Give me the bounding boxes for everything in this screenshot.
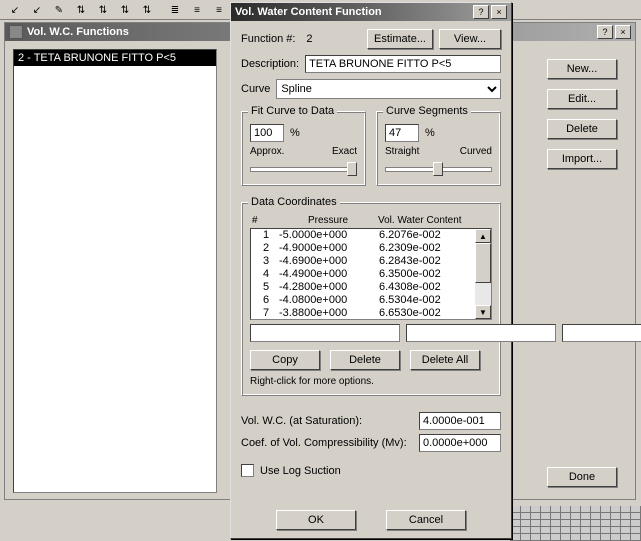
close-button[interactable]: × — [615, 25, 631, 39]
curve-select[interactable]: Spline — [276, 79, 501, 99]
fit-slider[interactable] — [250, 159, 357, 177]
hdr-pressure: Pressure — [278, 215, 378, 226]
list-item[interactable]: 2 - TETA BRUNONE FITTO P<5 — [14, 50, 216, 66]
scrollbar-thumb[interactable] — [475, 243, 491, 283]
ok-button[interactable]: OK — [276, 510, 356, 530]
description-label: Description: — [241, 58, 299, 70]
tool-icon[interactable]: ✎ — [48, 2, 70, 18]
wc-function-dialog: Vol. Water Content Function ? × Function… — [230, 2, 512, 539]
hdr-vwc: Vol. Water Content — [378, 215, 488, 226]
dialog-title: Vol. Water Content Function — [235, 6, 469, 18]
tool-icon[interactable]: ⇅ — [70, 2, 92, 18]
data-coords-legend: Data Coordinates — [248, 196, 340, 208]
edit-button[interactable]: Edit... — [547, 89, 617, 109]
use-log-label: Use Log Suction — [260, 465, 341, 477]
percent-label: % — [425, 127, 435, 139]
data-row[interactable]: 4-4.4900e+0006.3500e-002 — [251, 268, 475, 281]
fit-right-label: Exact — [332, 146, 357, 157]
segments-groupbox: Curve Segments % Straight Curved — [376, 111, 501, 186]
slider-thumb[interactable] — [433, 162, 443, 176]
seg-left-label: Straight — [385, 146, 419, 157]
vertical-scrollbar[interactable]: ▲ ▼ — [475, 229, 491, 319]
saturation-field[interactable] — [419, 412, 501, 430]
view-button[interactable]: View... — [439, 29, 501, 49]
mv-field[interactable] — [419, 434, 501, 452]
seg-slider[interactable] — [385, 159, 492, 177]
data-row[interactable]: 5-4.2800e+0006.4308e-002 — [251, 281, 475, 294]
data-list[interactable]: 1-5.0000e+0006.2076e-0022-4.9000e+0006.2… — [250, 228, 492, 320]
background-pattern — [510, 506, 641, 541]
delete-coord-button[interactable]: Delete — [330, 350, 400, 370]
entry-pressure-field[interactable] — [406, 324, 556, 342]
scroll-up-icon[interactable]: ▲ — [475, 229, 491, 243]
data-row[interactable]: 6-4.0800e+0006.5304e-002 — [251, 294, 475, 307]
tool-icon[interactable]: ⇅ — [136, 2, 158, 18]
segments-legend: Curve Segments — [383, 105, 471, 117]
tool-icon[interactable]: ↙ — [26, 2, 48, 18]
description-field[interactable] — [305, 55, 501, 73]
new-button[interactable]: New... — [547, 59, 617, 79]
mv-label: Coef. of Vol. Compressibility (Mv): — [241, 437, 407, 449]
functions-list[interactable]: 2 - TETA BRUNONE FITTO P<5 — [13, 49, 217, 493]
tool-icon[interactable]: ≡ — [186, 2, 208, 18]
right-click-hint: Right-click for more options. — [250, 376, 492, 387]
tool-icon[interactable]: ⇅ — [92, 2, 114, 18]
entry-num-field[interactable] — [250, 324, 400, 342]
entry-vwc-field[interactable] — [562, 324, 641, 342]
done-button[interactable]: Done — [547, 467, 617, 487]
window-icon — [9, 25, 23, 39]
tool-icon[interactable]: ≣ — [164, 2, 186, 18]
seg-value-field[interactable] — [385, 124, 419, 142]
scroll-down-icon[interactable]: ▼ — [475, 305, 491, 319]
close-button[interactable]: × — [491, 5, 507, 19]
estimate-button[interactable]: Estimate... — [367, 29, 433, 49]
tool-icon[interactable]: ≡ — [208, 2, 230, 18]
saturation-label: Vol. W.C. (at Saturation): — [241, 415, 362, 427]
tool-icon[interactable]: ⇅ — [114, 2, 136, 18]
data-row[interactable]: 1-5.0000e+0006.2076e-002 — [251, 229, 475, 242]
cancel-button[interactable]: Cancel — [386, 510, 466, 530]
help-button[interactable]: ? — [473, 5, 489, 19]
delete-button[interactable]: Delete — [547, 119, 617, 139]
hdr-num: # — [252, 215, 278, 226]
data-header: # Pressure Vol. Water Content — [250, 215, 492, 226]
delete-all-button[interactable]: Delete All — [410, 350, 480, 370]
slider-thumb[interactable] — [347, 162, 357, 176]
func-num-value: 2 — [301, 33, 317, 45]
seg-right-label: Curved — [460, 146, 492, 157]
func-num-label: Function #: — [241, 33, 295, 45]
help-button[interactable]: ? — [597, 25, 613, 39]
fit-legend: Fit Curve to Data — [248, 105, 337, 117]
curve-label: Curve — [241, 83, 270, 95]
data-row[interactable]: 3-4.6900e+0006.2843e-002 — [251, 255, 475, 268]
percent-label: % — [290, 127, 300, 139]
data-row[interactable]: 2-4.9000e+0006.2309e-002 — [251, 242, 475, 255]
tool-icon[interactable]: ↙ — [4, 2, 26, 18]
fit-left-label: Approx. — [250, 146, 284, 157]
use-log-checkbox[interactable] — [241, 464, 254, 477]
data-row[interactable]: 7-3.8800e+0006.6530e-002 — [251, 307, 475, 319]
import-button[interactable]: Import... — [547, 149, 617, 169]
data-coordinates-groupbox: Data Coordinates # Pressure Vol. Water C… — [241, 202, 501, 396]
copy-button[interactable]: Copy — [250, 350, 320, 370]
dialog-titlebar: Vol. Water Content Function ? × — [231, 3, 511, 21]
fit-groupbox: Fit Curve to Data % Approx. Exact — [241, 111, 366, 186]
fit-value-field[interactable] — [250, 124, 284, 142]
